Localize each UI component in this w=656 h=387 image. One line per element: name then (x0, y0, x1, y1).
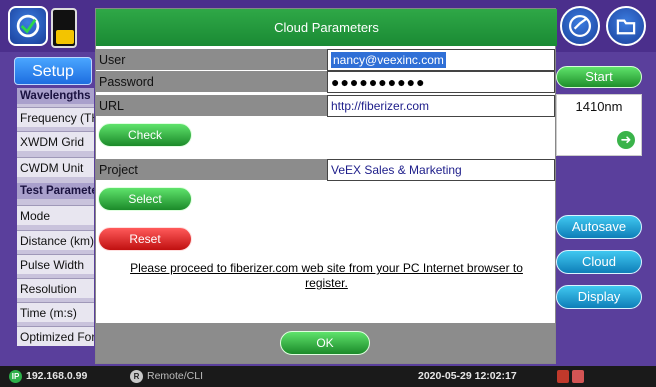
sidebar-heading-test-parameters: Test Parameters (17, 183, 94, 199)
password-label: Password (96, 71, 327, 93)
datetime: 2020-05-29 12:02:17 (418, 370, 517, 382)
password-row: Password ●●●●●●●●●● (96, 71, 557, 93)
user-label: User (96, 49, 327, 71)
ok-button[interactable]: OK (280, 331, 370, 355)
user-value: nancy@veexinc.com (331, 52, 446, 68)
autosave-button[interactable]: Autosave (556, 215, 642, 239)
cloud-parameters-dialog: Cloud Parameters User nancy@veexinc.com … (95, 8, 557, 364)
alert-icon (557, 370, 569, 383)
url-field[interactable]: http://fiberizer.com (327, 95, 555, 117)
cloud-button[interactable]: Cloud (556, 250, 642, 274)
wavelength-panel: 1410nm ➜ (556, 94, 642, 156)
project-label: Project (96, 159, 327, 181)
network-icon: IP (9, 370, 22, 383)
status-bar: IP 192.168.0.99 R Remote/CLI 2020-05-29 … (0, 366, 656, 387)
ip-address: 192.168.0.99 (26, 370, 88, 382)
meter-icon[interactable] (560, 6, 600, 46)
url-row: URL http://fiberizer.com (96, 95, 557, 117)
battery-icon (51, 8, 77, 48)
folder-icon[interactable] (606, 6, 646, 46)
sidebar-item-optimized-for[interactable]: Optimized For (17, 326, 94, 346)
sidebar-item-mode[interactable]: Mode (17, 205, 94, 225)
url-label: URL (96, 95, 327, 117)
sidebar-item-time[interactable]: Time (m:s) (17, 302, 94, 322)
sidebar-item-cwdm-unit[interactable]: CWDM Unit (17, 157, 94, 177)
dialog-footer: OK (96, 323, 555, 363)
remote-status: Remote/CLI (147, 370, 204, 382)
sidebar-item-frequency[interactable]: Frequency (THz) (17, 107, 94, 127)
remote-icon: R (130, 370, 143, 383)
dialog-title: Cloud Parameters (96, 9, 557, 46)
power-icon (572, 370, 584, 383)
check-button[interactable]: Check (98, 123, 192, 147)
reset-button[interactable]: Reset (98, 227, 192, 251)
start-button[interactable]: Start (556, 66, 642, 88)
select-button[interactable]: Select (98, 187, 192, 211)
sidebar-item-xwdm-grid[interactable]: XWDM Grid (17, 131, 94, 151)
display-button[interactable]: Display (556, 285, 642, 309)
project-row: Project VeEX Sales & Marketing (96, 159, 557, 181)
password-field[interactable]: ●●●●●●●●●● (327, 71, 555, 93)
home-logo-icon[interactable] (8, 6, 48, 46)
project-field[interactable]: VeEX Sales & Marketing (327, 159, 555, 181)
register-notice: Please proceed to fiberizer.com web site… (130, 261, 523, 290)
wavelength-value: 1410nm (575, 99, 623, 114)
user-row: User nancy@veexinc.com (96, 49, 557, 71)
sidebar-heading-wavelengths: Wavelengths (17, 88, 94, 104)
sidebar-item-resolution[interactable]: Resolution (17, 278, 94, 298)
sidebar-item-pulse-width[interactable]: Pulse Width (17, 254, 94, 274)
refresh-arrow-icon[interactable]: ➜ (617, 131, 635, 149)
user-field[interactable]: nancy@veexinc.com (327, 49, 555, 71)
tab-setup[interactable]: Setup (14, 57, 92, 85)
sidebar-item-distance[interactable]: Distance (km) (17, 230, 94, 250)
